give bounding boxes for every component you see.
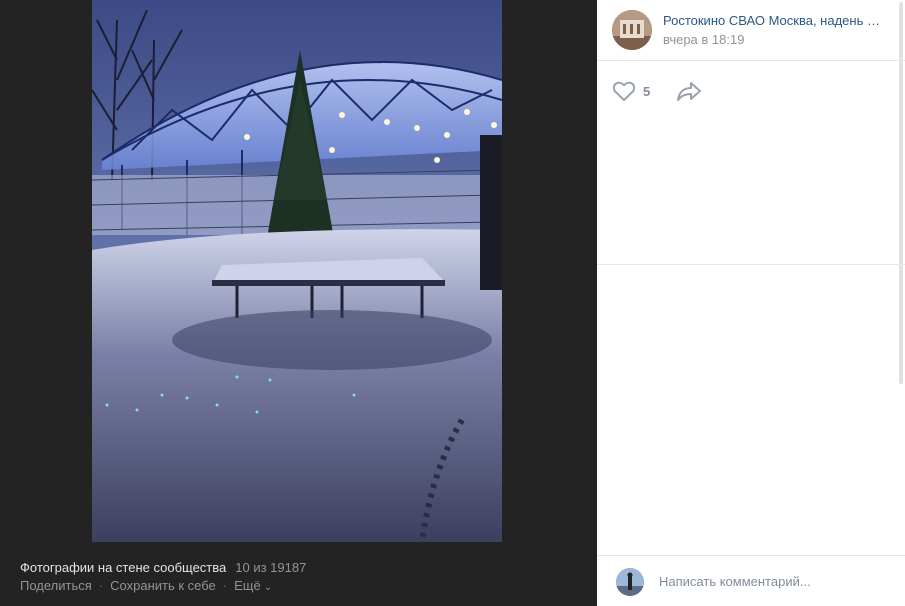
chevron-down-icon: ⌄ [263, 582, 273, 593]
album-title-link[interactable]: Фотографии на стене сообщества [20, 560, 226, 575]
comment-input[interactable] [659, 570, 889, 592]
like-button[interactable]: 5 [612, 80, 650, 102]
photo-image[interactable] [92, 0, 502, 542]
post-reactions: 5 [597, 60, 905, 265]
more-actions-link[interactable]: Ещё ⌄ [234, 578, 272, 593]
community-avatar[interactable] [612, 10, 652, 50]
like-count: 5 [643, 83, 651, 99]
post-panel: Ростокино СВАО Москва, надень … вчера в … [597, 0, 905, 606]
share-photo-link[interactable]: Поделиться [20, 578, 92, 593]
more-label: Ещё [234, 578, 261, 593]
heart-icon [612, 81, 636, 101]
user-avatar[interactable] [616, 568, 644, 596]
save-photo-link[interactable]: Сохранить к себе [110, 578, 216, 593]
separator-dot: · [98, 578, 104, 593]
comment-bar [597, 555, 905, 606]
author-name-link[interactable]: Ростокино СВАО Москва, надень … [663, 13, 889, 28]
post-time[interactable]: вчера в 18:19 [663, 32, 744, 47]
share-arrow-icon [677, 82, 701, 101]
share-button[interactable] [676, 80, 702, 107]
photo-actions: Поделиться · Сохранить к себе · Ещё ⌄ [20, 578, 272, 593]
photo-caption: Фотографии на стене сообщества 10 из 1918… [20, 560, 306, 575]
photo-counter: 10 из 19187 [235, 560, 307, 575]
post-author: Ростокино СВАО Москва, надень … вчера в … [597, 0, 905, 61]
photo-viewer: Фотографии на стене сообщества 10 из 1918… [0, 0, 597, 605]
separator-dot: · [222, 578, 228, 593]
